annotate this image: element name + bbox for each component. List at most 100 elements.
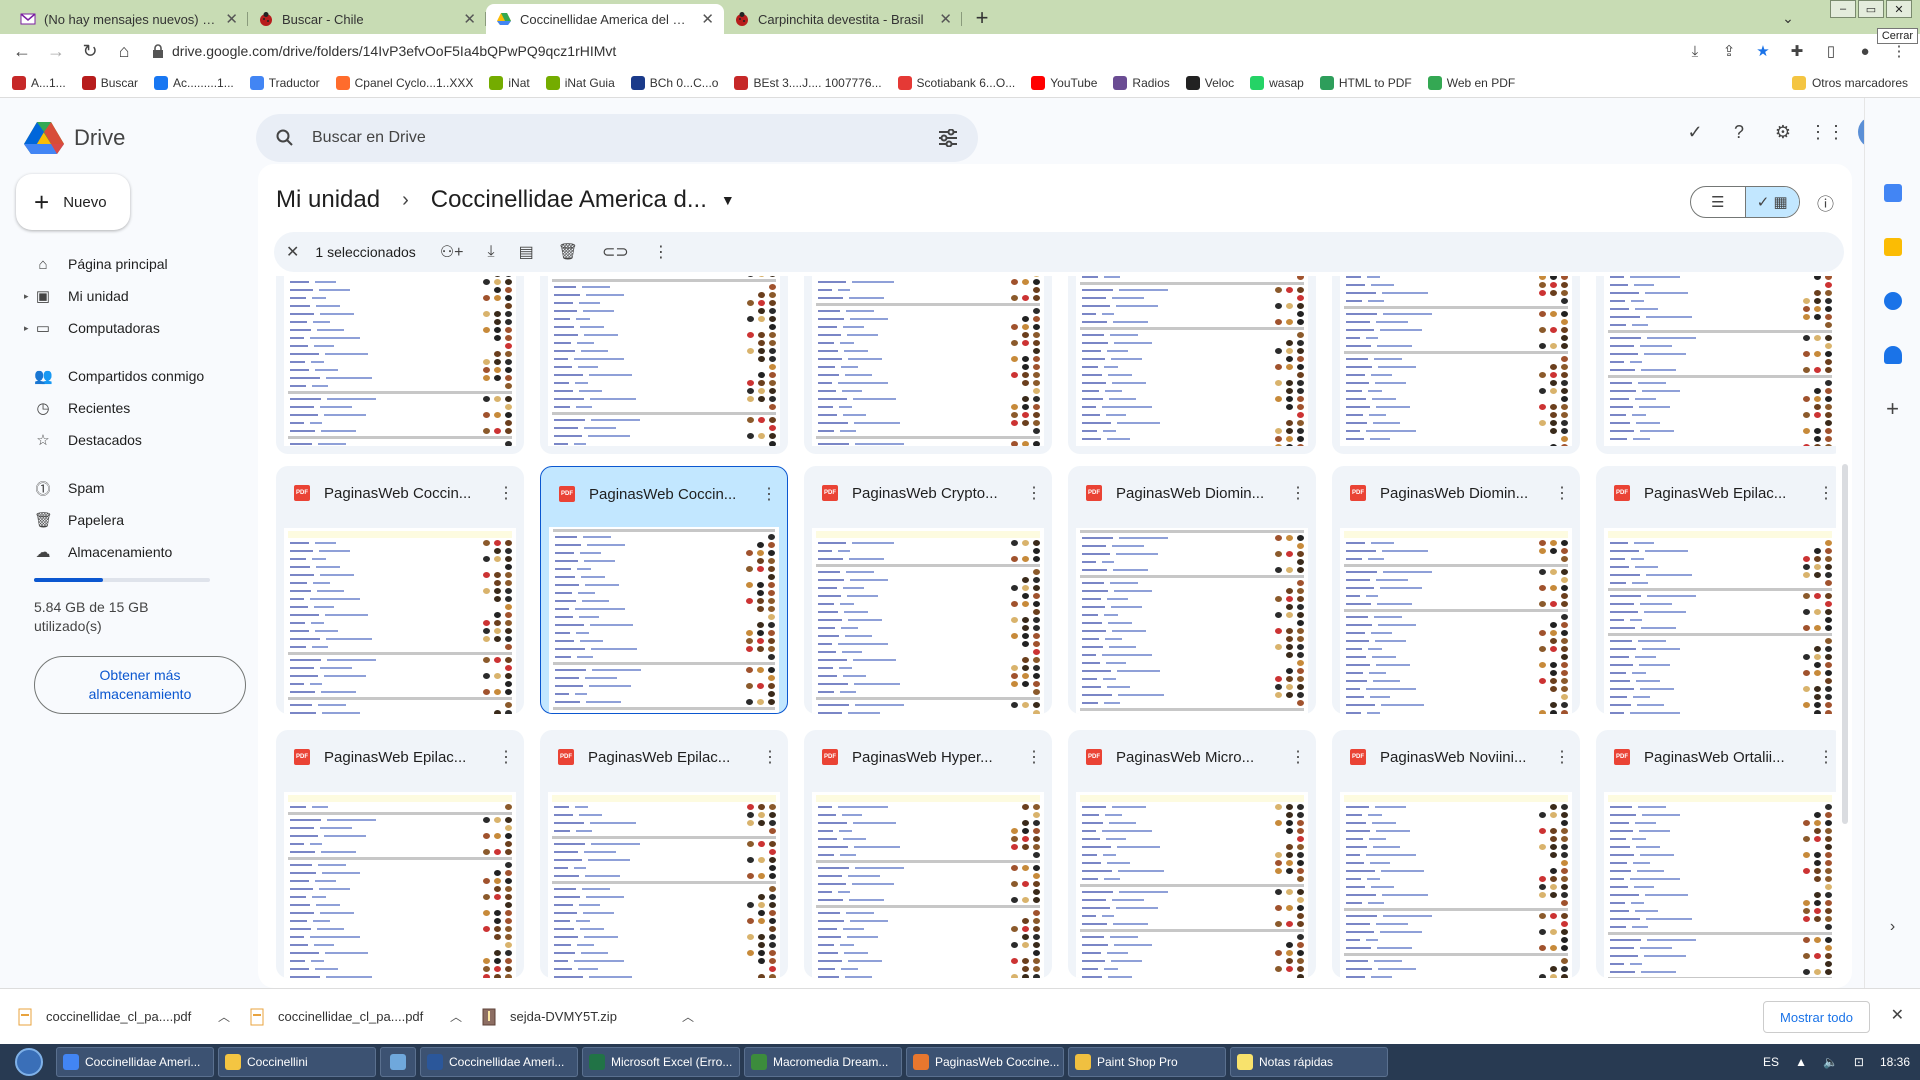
minimize-button[interactable]: – bbox=[1830, 0, 1856, 18]
file-card[interactable] bbox=[1596, 276, 1836, 454]
taskbar-button[interactable]: Paint Shop Pro bbox=[1068, 1047, 1226, 1077]
file-card[interactable] bbox=[804, 276, 1052, 454]
more-options-icon[interactable]: ⋮ bbox=[1554, 747, 1570, 767]
search-input[interactable]: Buscar en Drive bbox=[256, 114, 978, 162]
maximize-button[interactable]: ▭ bbox=[1858, 0, 1884, 18]
more-options-icon[interactable]: ⋮ bbox=[761, 484, 777, 504]
file-card[interactable]: PDF PaginasWeb Epilac... ⋮ bbox=[540, 730, 788, 978]
sidebar-item-my-drive[interactable]: ▸ ▣ Mi unidad bbox=[0, 280, 256, 312]
sidebar-item-computers[interactable]: ▸ ▭ Computadoras bbox=[0, 312, 256, 344]
file-card[interactable]: PDF PaginasWeb Epilac... ⋮ bbox=[1596, 466, 1836, 714]
chevron-right-icon[interactable]: › bbox=[1884, 918, 1902, 936]
get-more-storage-button[interactable]: Obtener más almacenamiento bbox=[34, 656, 246, 714]
reload-icon[interactable]: ↻ bbox=[76, 37, 104, 65]
sidebar-item-storage[interactable]: ☁ Almacenamiento bbox=[0, 536, 256, 568]
help-icon[interactable]: ? bbox=[1726, 119, 1752, 145]
contacts-icon[interactable] bbox=[1883, 346, 1902, 364]
file-card[interactable]: PDF PaginasWeb Noviini... ⋮ bbox=[1332, 730, 1580, 978]
sidebar-item-shared[interactable]: 👥 Compartidos conmigo bbox=[0, 360, 256, 392]
clear-selection-icon[interactable]: ✕ bbox=[286, 242, 299, 262]
browser-tab[interactable]: (No hay mensajes nuevos) - willo ✕ bbox=[10, 4, 248, 34]
bookmark-item[interactable]: wasap bbox=[1250, 75, 1304, 90]
bookmark-item[interactable]: Ac.........1... bbox=[154, 75, 234, 90]
bookmark-item[interactable]: Veloc bbox=[1185, 75, 1234, 90]
browser-tab[interactable]: Buscar - Chile ✕ bbox=[248, 4, 486, 34]
browser-tab[interactable]: Carpinchita devestita - Brasil ✕ bbox=[724, 4, 962, 34]
chevron-up-icon[interactable]: ︿ bbox=[218, 1008, 230, 1025]
bookmark-item[interactable]: Scotiabank 6...O... bbox=[897, 75, 1015, 90]
add-addon-icon[interactable]: + bbox=[1884, 398, 1902, 420]
bookmark-item[interactable]: YouTube bbox=[1031, 75, 1097, 90]
more-options-icon[interactable]: ⋮ bbox=[1818, 747, 1834, 767]
share-icon[interactable]: ⇪ bbox=[1718, 37, 1740, 65]
taskbar-button[interactable]: Coccinellidae Ameri... bbox=[420, 1047, 578, 1077]
tab-search-icon[interactable]: ⌄ bbox=[1776, 6, 1800, 30]
bookmark-item[interactable]: iNat bbox=[489, 75, 530, 90]
close-icon[interactable]: ✕ bbox=[225, 10, 238, 28]
more-options-icon[interactable]: ⋮ bbox=[498, 747, 514, 767]
breadcrumb-current[interactable]: Coccinellidae America d... bbox=[431, 186, 707, 214]
list-view-icon[interactable]: ☰ bbox=[1691, 187, 1745, 217]
start-button[interactable] bbox=[6, 1045, 52, 1079]
settings-gear-icon[interactable]: ⚙ bbox=[1770, 119, 1796, 145]
sidebar-item-home[interactable]: ⌂ Página principal bbox=[0, 248, 256, 280]
trash-icon[interactable]: 🗑 bbox=[558, 242, 578, 262]
more-actions-icon[interactable]: ⋮ bbox=[653, 242, 669, 262]
file-card[interactable] bbox=[540, 276, 788, 454]
download-item[interactable]: coccinellidae_cl_pa....pdf ︿ bbox=[18, 1008, 250, 1026]
file-card[interactable]: PDF PaginasWeb Micro... ⋮ bbox=[1068, 730, 1316, 978]
filter-options-icon[interactable] bbox=[938, 129, 958, 147]
calendar-icon[interactable] bbox=[1883, 184, 1902, 202]
new-tab-button[interactable]: + bbox=[968, 4, 996, 32]
info-icon[interactable]: ⓘ bbox=[1817, 190, 1834, 215]
chevron-up-icon[interactable]: ︿ bbox=[450, 1008, 462, 1025]
bookmark-star-icon[interactable]: ★ bbox=[1752, 37, 1774, 65]
close-icon[interactable]: ✕ bbox=[463, 10, 476, 28]
file-card[interactable]: PDF PaginasWeb Epilac... ⋮ bbox=[276, 730, 524, 978]
file-card[interactable]: PDF PaginasWeb Coccin... ⋮ bbox=[276, 466, 524, 714]
bookmark-item[interactable]: BCh 0...C...o bbox=[630, 75, 718, 90]
file-card[interactable]: PDF PaginasWeb Coccin... ⋮ bbox=[540, 466, 788, 714]
offline-ready-icon[interactable]: ✓ bbox=[1682, 119, 1708, 145]
file-card[interactable] bbox=[276, 276, 524, 454]
new-button[interactable]: + Nuevo bbox=[16, 174, 130, 230]
link-icon[interactable]: ⊂⊃ bbox=[602, 242, 629, 262]
taskbar-button[interactable] bbox=[380, 1047, 416, 1077]
forward-icon[interactable]: → bbox=[42, 37, 70, 65]
taskbar-button[interactable]: Notas rápidas bbox=[1230, 1047, 1388, 1077]
more-options-icon[interactable]: ⋮ bbox=[1290, 483, 1306, 503]
taskbar-button[interactable]: Macromedia Dream... bbox=[744, 1047, 902, 1077]
close-icon[interactable]: ✕ bbox=[939, 10, 952, 28]
dropdown-arrow-icon[interactable]: ▼ bbox=[721, 192, 735, 208]
download-icon[interactable]: ⤓ bbox=[488, 243, 495, 261]
scrollbar[interactable] bbox=[1842, 464, 1848, 824]
taskbar-button[interactable]: Coccinellidae Ameri... bbox=[56, 1047, 214, 1077]
file-card[interactable]: PDF PaginasWeb Diomin... ⋮ bbox=[1332, 466, 1580, 714]
taskbar-button[interactable]: PaginasWeb Coccine... bbox=[906, 1047, 1064, 1077]
bookmark-item[interactable]: Radios bbox=[1113, 75, 1170, 90]
browser-tab-active[interactable]: Coccinellidae America del Sur en ✕ bbox=[486, 4, 724, 34]
sidebar-item-trash[interactable]: 🗑 Papelera bbox=[0, 504, 256, 536]
url-bar[interactable]: drive.google.com/drive/folders/14IvP3efv… bbox=[152, 37, 1672, 65]
bookmark-item[interactable]: HTML to PDF bbox=[1319, 75, 1412, 90]
file-card[interactable]: PDF PaginasWeb Diomin... ⋮ bbox=[1068, 466, 1316, 714]
file-card[interactable] bbox=[1332, 276, 1580, 454]
sidebar-item-starred[interactable]: ☆ Destacados bbox=[0, 424, 256, 456]
expand-caret-icon[interactable]: ▸ bbox=[24, 291, 29, 302]
sidebar-item-recent[interactable]: ◷ Recientes bbox=[0, 392, 256, 424]
close-downloads-icon[interactable]: ✕ bbox=[1891, 1005, 1904, 1025]
download-item[interactable]: coccinellidae_cl_pa....pdf ︿ bbox=[250, 1008, 482, 1026]
show-all-downloads-button[interactable]: Mostrar todo bbox=[1763, 1001, 1870, 1033]
file-card[interactable]: PDF PaginasWeb Crypto... ⋮ bbox=[804, 466, 1052, 714]
close-icon[interactable]: ✕ bbox=[701, 10, 714, 28]
expand-caret-icon[interactable]: ▸ bbox=[24, 323, 29, 334]
clock[interactable]: 18:36 bbox=[1880, 1055, 1910, 1069]
more-options-icon[interactable]: ⋮ bbox=[762, 747, 778, 767]
taskbar-button[interactable]: Microsoft Excel (Erro... bbox=[582, 1047, 740, 1077]
more-options-icon[interactable]: ⋮ bbox=[1554, 483, 1570, 503]
file-card[interactable]: PDF PaginasWeb Ortalii... ⋮ bbox=[1596, 730, 1836, 978]
volume-icon[interactable]: 🔈 bbox=[1823, 1055, 1838, 1069]
profile-icon[interactable]: ● bbox=[1854, 37, 1876, 65]
more-options-icon[interactable]: ⋮ bbox=[498, 483, 514, 503]
language-indicator[interactable]: ES bbox=[1763, 1055, 1779, 1069]
